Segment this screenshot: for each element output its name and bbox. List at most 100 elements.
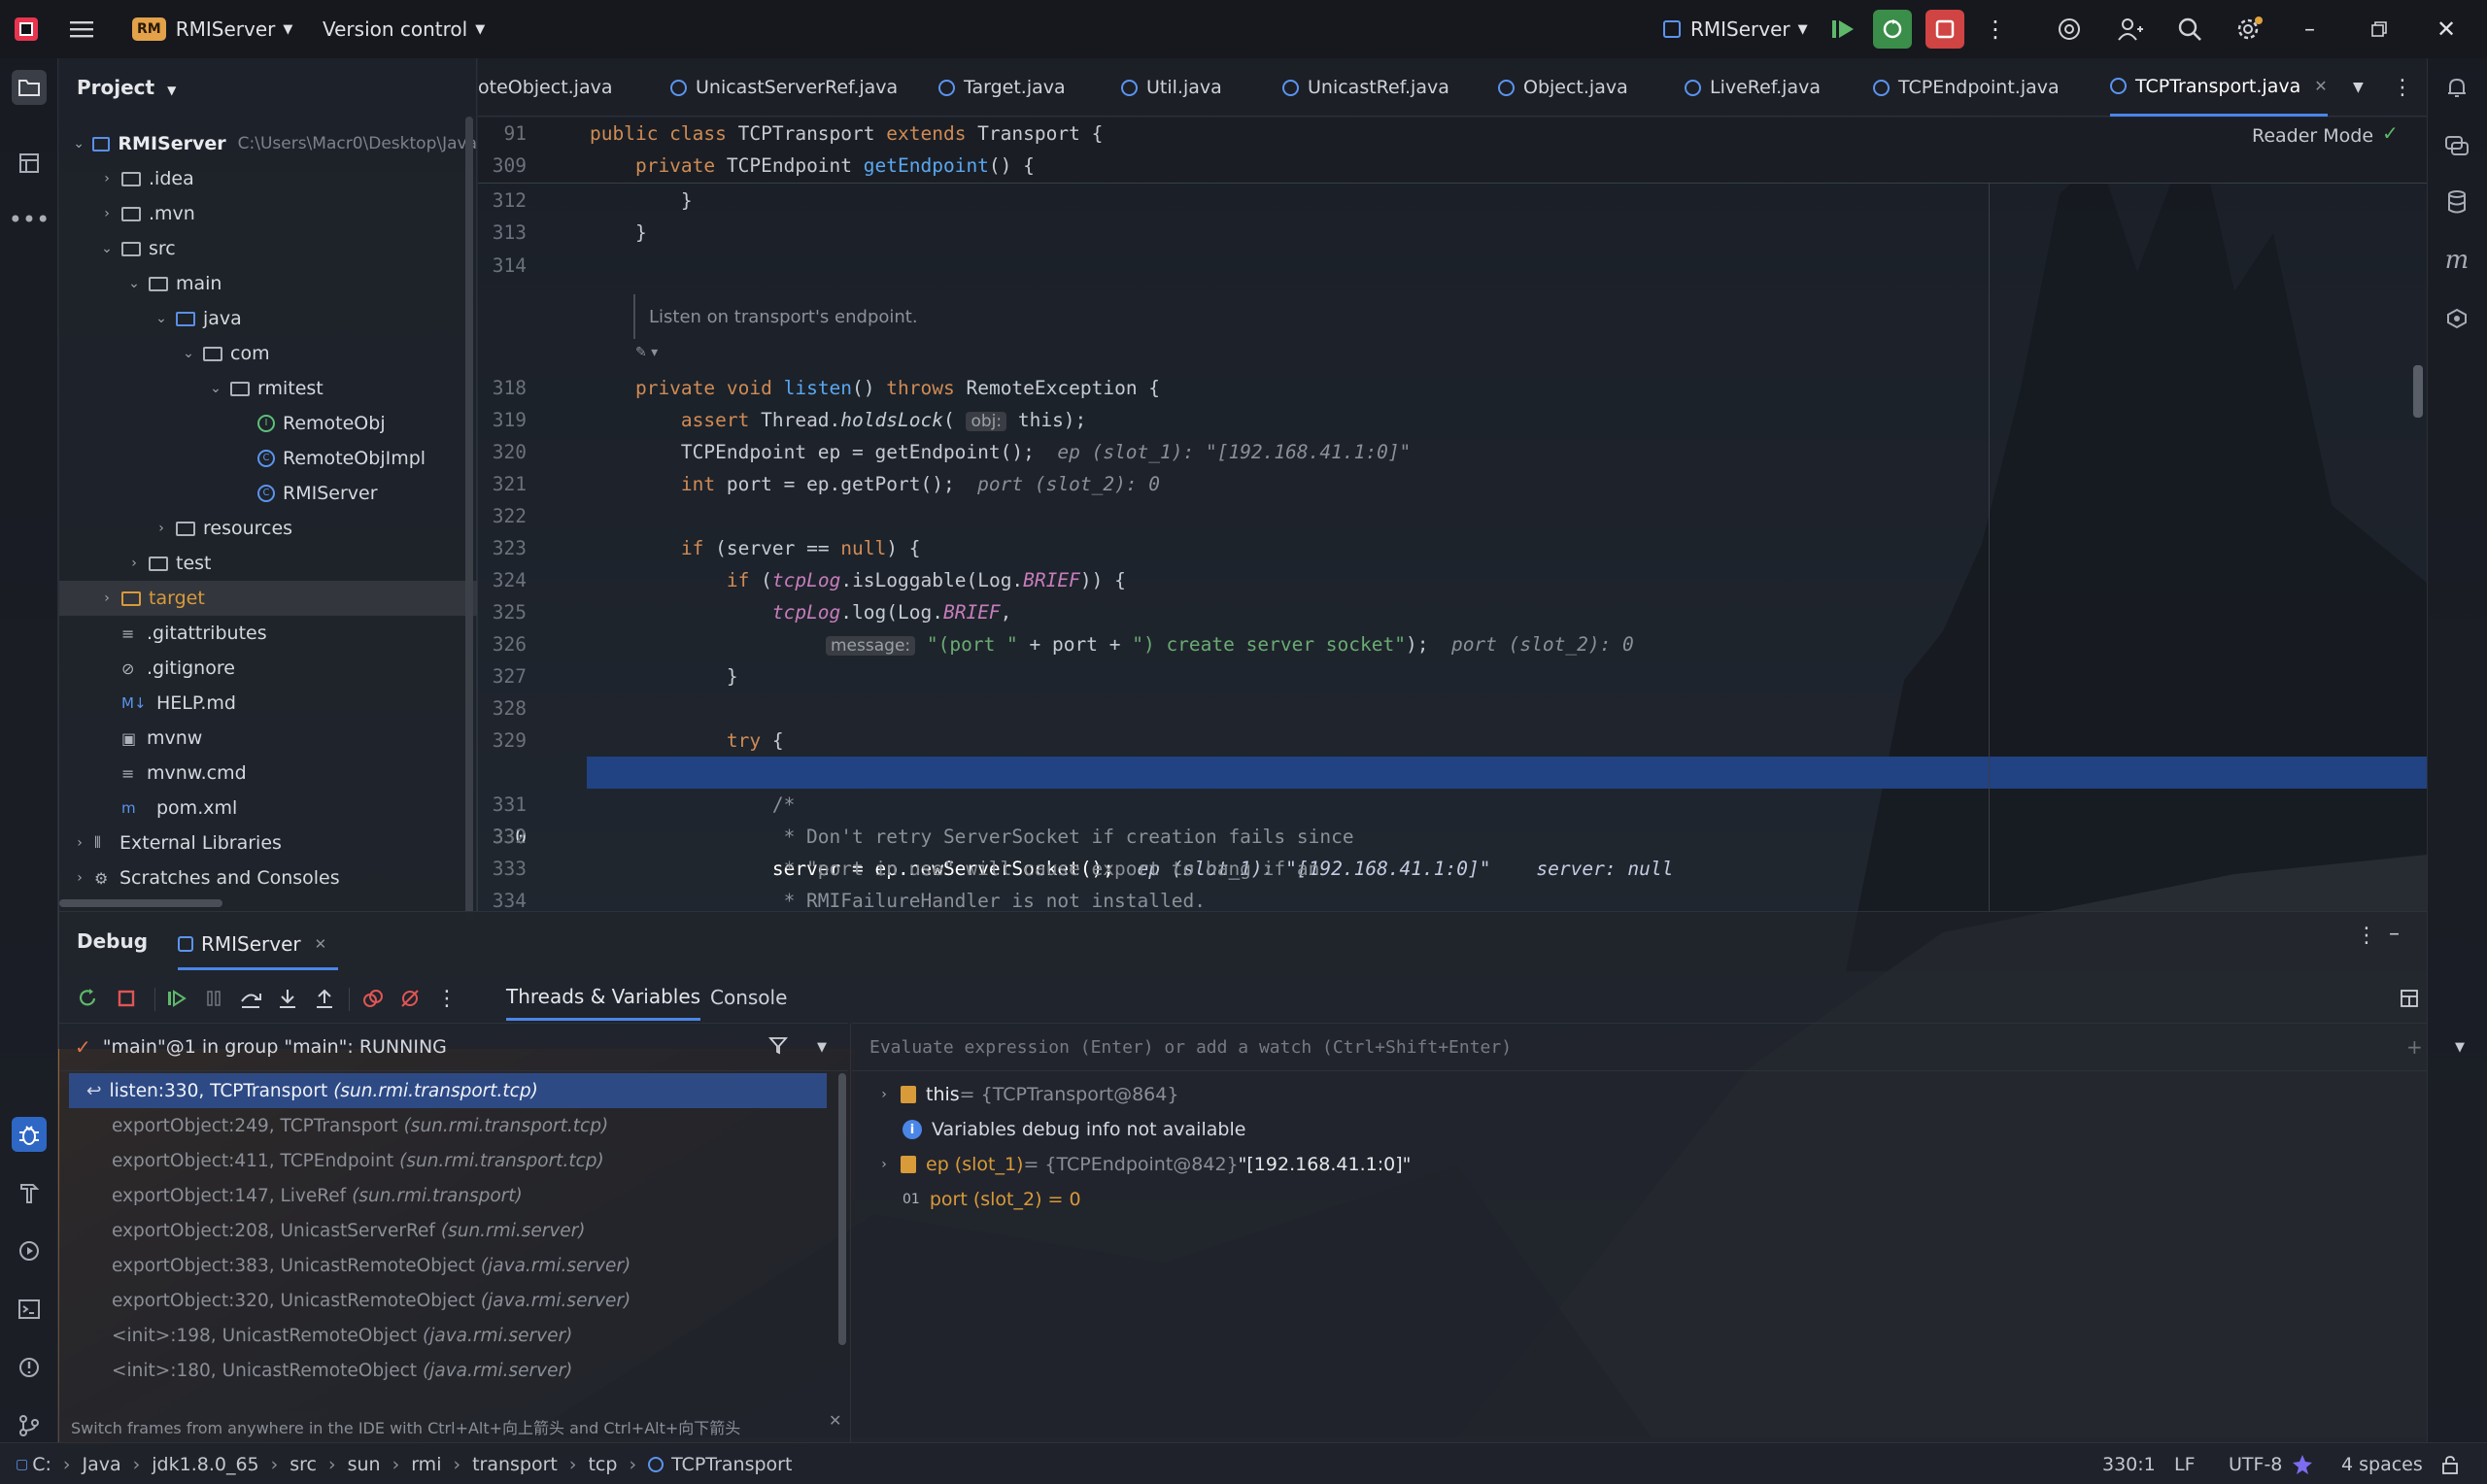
git-branch-icon[interactable]: [12, 1408, 47, 1443]
breadcrumb-item[interactable]: sun ›: [348, 1443, 412, 1484]
structure-icon[interactable]: [12, 146, 47, 181]
tab-util[interactable]: Util.java: [1121, 58, 1222, 117]
tree-folder-mvn[interactable]: › .mvn: [59, 196, 477, 231]
step-over-icon[interactable]: [236, 984, 265, 1013]
breadcrumb-item[interactable]: TCPTransport: [648, 1443, 792, 1484]
project-switcher[interactable]: RM RMIServer ▼: [132, 12, 292, 47]
chevron-down-icon[interactable]: ▼: [2455, 1040, 2465, 1055]
chevron-down-icon[interactable]: ⌄: [180, 346, 197, 361]
project-panel-title[interactable]: Project ▼: [77, 76, 176, 99]
vcs-menu[interactable]: Version control ▼: [323, 12, 485, 47]
tree-file-pom-xml[interactable]: m pom.xml: [59, 791, 477, 826]
breadcrumb-item[interactable]: src ›: [290, 1443, 347, 1484]
chevron-down-icon[interactable]: ⌄: [98, 241, 116, 256]
stack-frame[interactable]: exportObject:411, TCPEndpoint (sun.rmi.tr…: [69, 1143, 827, 1178]
chevron-right-icon[interactable]: ›: [98, 206, 116, 221]
tree-folder-test[interactable]: › test: [59, 546, 477, 581]
lock-icon[interactable]: [2440, 1443, 2460, 1484]
ai-chat-icon[interactable]: [2439, 128, 2474, 163]
tree-folder-main[interactable]: ⌄ main: [59, 266, 477, 301]
chevron-right-icon[interactable]: ›: [71, 870, 88, 886]
build-hammer-icon[interactable]: [12, 1175, 47, 1210]
stop-icon[interactable]: [112, 984, 141, 1013]
tree-folder-com[interactable]: ⌄ com: [59, 336, 477, 371]
close-tab-icon[interactable]: ✕: [315, 935, 327, 953]
debug-session-tab[interactable]: RMIServer ✕: [178, 920, 339, 970]
chevron-right-icon[interactable]: ›: [875, 1157, 893, 1172]
thread-selector[interactable]: ✓ "main"@1 in group "main": RUNNING ▼: [59, 1023, 848, 1071]
view-breakpoints-icon[interactable]: [358, 984, 388, 1013]
notifications-bell-icon[interactable]: [2439, 70, 2474, 105]
tab-threads-variables[interactable]: Threads & Variables: [506, 974, 701, 1021]
frames-scrollbar[interactable]: [838, 1073, 846, 1345]
pause-icon[interactable]: [199, 984, 228, 1013]
chevron-right-icon[interactable]: ›: [153, 521, 170, 536]
tree-external-libraries[interactable]: › ⫴ External Libraries: [59, 826, 477, 860]
chevron-down-icon[interactable]: ▼: [817, 1040, 827, 1055]
tree-scratches[interactable]: › ⚙ Scratches and Consoles: [59, 860, 477, 895]
more-tools-icon[interactable]: •••: [9, 202, 50, 237]
chevron-right-icon[interactable]: ›: [875, 1087, 893, 1102]
var-this[interactable]: › this = {TCPTransport@864}: [875, 1077, 1178, 1112]
tree-file-gitattributes[interactable]: ≡ .gitattributes: [59, 616, 477, 651]
rerun-icon[interactable]: [73, 984, 102, 1013]
resume-icon[interactable]: [1830, 12, 1856, 47]
tab-target[interactable]: Target.java: [938, 58, 1066, 117]
run-services-icon[interactable]: [12, 1233, 47, 1268]
tab-unicastref[interactable]: UnicastRef.java: [1282, 58, 1449, 117]
problems-icon[interactable]: [12, 1350, 47, 1385]
chevron-down-icon[interactable]: ⌄: [125, 276, 143, 291]
code-editor[interactable]: 91 public class TCPTransport extends Tran…: [478, 118, 2427, 911]
stack-frame[interactable]: <init>:198, UnicastRemoteObject (java.rmi…: [69, 1318, 827, 1353]
stack-frame[interactable]: ↩ listen:330, TCPTransport (sun.rmi.transp…: [69, 1073, 827, 1108]
step-into-icon[interactable]: [273, 984, 302, 1013]
splitter[interactable]: [850, 1023, 851, 1443]
debug-more-icon[interactable]: ⋮: [2356, 924, 2377, 948]
settings-gear-icon[interactable]: [2234, 12, 2264, 47]
stack-frame[interactable]: exportObject:320, UnicastRemoteObject (ja…: [69, 1283, 827, 1318]
tab-object[interactable]: Object.java: [1498, 58, 1628, 117]
chevron-right-icon[interactable]: ›: [71, 835, 88, 851]
search-icon[interactable]: [2176, 12, 2203, 47]
tab-unicastserverref[interactable]: UnicastServerRef.java: [670, 58, 898, 117]
project-folder-icon[interactable]: [12, 70, 47, 105]
tree-root-rmiserver[interactable]: ⌄ RMIServer C:\Users\Macr0\Desktop\Java: [59, 126, 477, 161]
chevron-right-icon[interactable]: ›: [98, 171, 116, 186]
tree-file-remoteobjimpl[interactable]: C RemoteObjImpl: [59, 441, 477, 476]
stack-frame[interactable]: exportObject:208, UnicastServerRef (sun.r…: [69, 1213, 827, 1248]
close-hint-icon[interactable]: ✕: [829, 1411, 841, 1430]
evaluate-expression-field[interactable]: Evaluate expression (Enter) or add a wat…: [852, 1023, 2465, 1071]
tree-folder-java[interactable]: ⌄ java: [59, 301, 477, 336]
caret-position[interactable]: 330:1: [2102, 1443, 2156, 1484]
plugin-icon[interactable]: [2439, 301, 2474, 336]
ai-assistant-icon[interactable]: [2056, 12, 2083, 47]
line-separator[interactable]: LF: [2174, 1443, 2196, 1484]
rendered-doc-comment[interactable]: Listen on transport's endpoint.: [633, 294, 1119, 339]
tree-folder-idea[interactable]: › .idea: [59, 161, 477, 196]
stack-frame[interactable]: exportObject:249, TCPTransport (sun.rmi.t…: [69, 1108, 827, 1143]
close-tab-icon[interactable]: ✕: [2314, 77, 2327, 95]
tab-tcptransport[interactable]: TCPTransport.java ✕: [2110, 58, 2328, 117]
breadcrumb-item[interactable]: ▢ C: ›: [16, 1443, 83, 1484]
run-config-selector[interactable]: RMIServer ▼: [1663, 12, 1808, 47]
reader-mode-button[interactable]: Reader Mode: [2252, 125, 2373, 147]
var-ep[interactable]: › ep (slot_1) = {TCPEndpoint@842} "[192.…: [875, 1147, 1411, 1182]
minimize-window-icon[interactable]: –: [2304, 12, 2315, 47]
tab-more-icon[interactable]: ⋮: [2392, 58, 2413, 117]
indent-setting[interactable]: 4 spaces: [2341, 1443, 2423, 1484]
terminal-icon[interactable]: [12, 1292, 47, 1327]
mute-breakpoints-icon[interactable]: [395, 984, 425, 1013]
resume-icon[interactable]: [162, 984, 191, 1013]
chevron-right-icon[interactable]: ›: [98, 590, 116, 606]
stack-frame[interactable]: <init>:180, UnicastRemoteObject (java.rmi…: [69, 1353, 827, 1388]
breadcrumb-item[interactable]: jdk1.8.0_65 ›: [152, 1443, 290, 1484]
add-watch-icon[interactable]: +: [2406, 1035, 2423, 1059]
tree-file-mvnw[interactable]: ▣ mvnw: [59, 721, 477, 756]
stack-frame[interactable]: <init>:8, RemoteObjImpl(com.rmitest): [69, 1388, 827, 1394]
more-vertical-icon[interactable]: ⋮: [432, 984, 461, 1013]
main-menu-icon[interactable]: [70, 12, 105, 47]
close-window-icon[interactable]: ✕: [2436, 12, 2456, 47]
tree-folder-target[interactable]: › target: [59, 581, 477, 616]
debug-bug-icon[interactable]: [12, 1117, 47, 1152]
stack-frame[interactable]: exportObject:147, LiveRef (sun.rmi.transp…: [69, 1178, 827, 1213]
